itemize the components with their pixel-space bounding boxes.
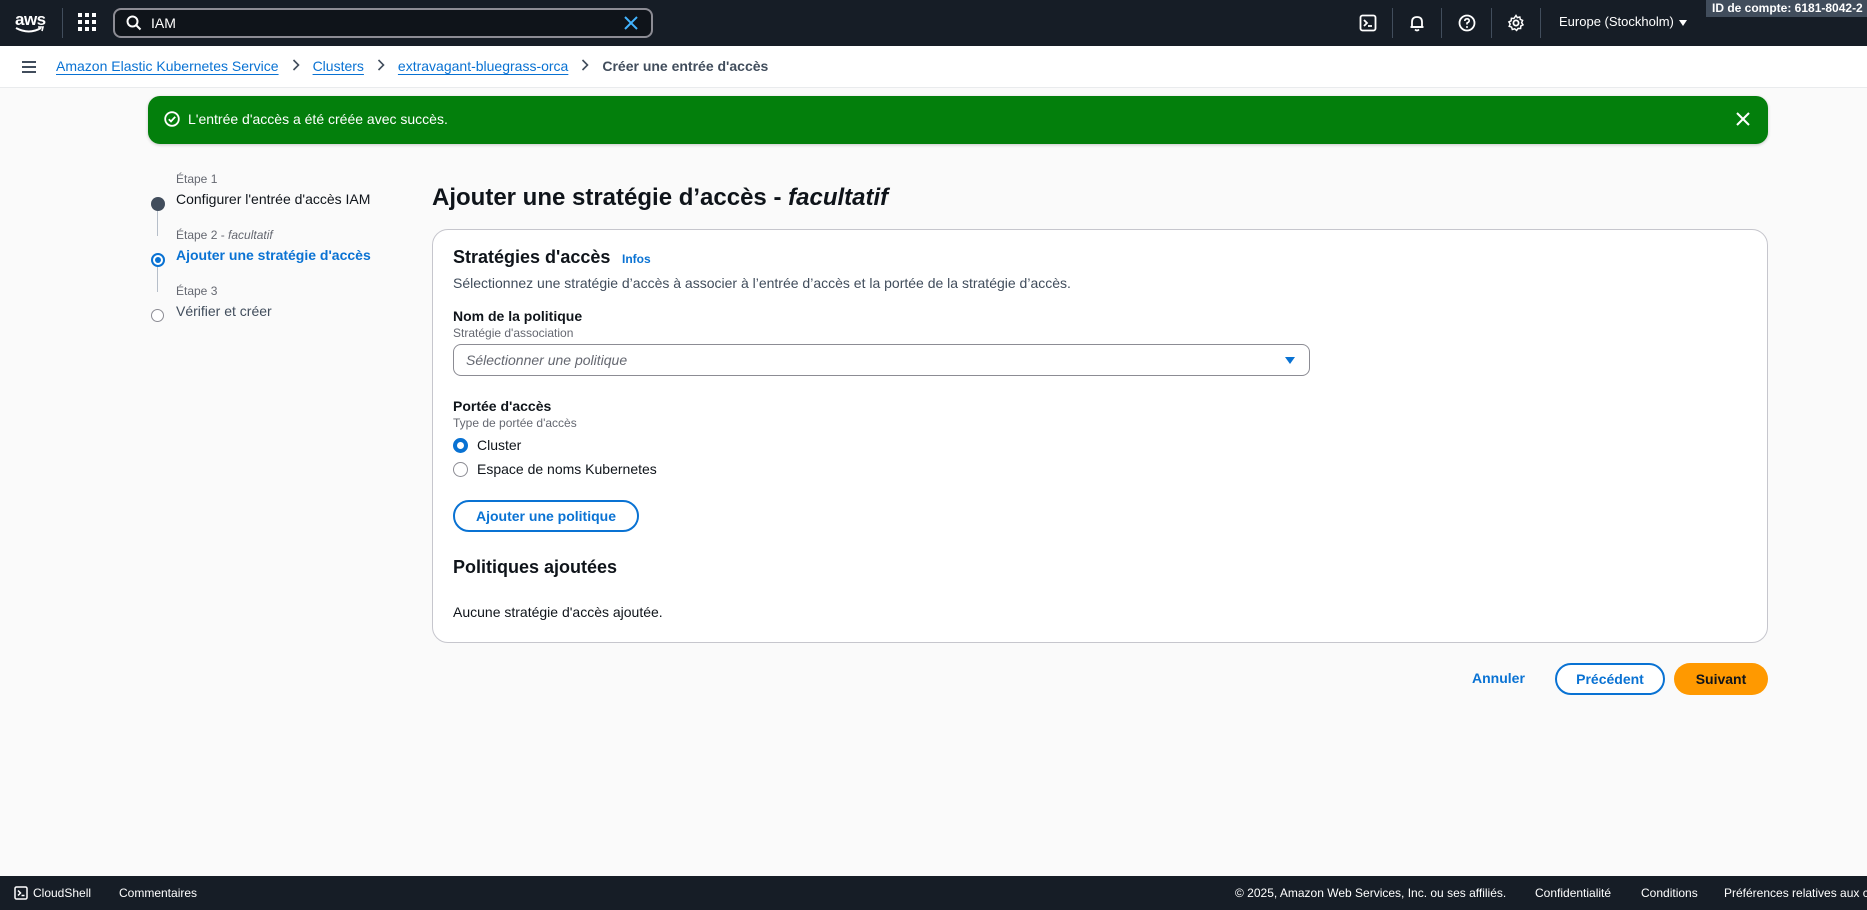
cancel-button[interactable]: Annuler [1472, 670, 1525, 686]
access-policies-panel: Stratégies d'accès Infos Sélectionnez un… [432, 229, 1768, 643]
step-title: Configurer l'entrée d'accès IAM [176, 191, 371, 207]
terms-link[interactable]: Conditions [1641, 886, 1698, 900]
settings-gear-icon[interactable] [1505, 12, 1527, 34]
success-check-icon [164, 111, 180, 127]
nav-divider [1441, 8, 1442, 38]
chevron-right-icon [581, 58, 589, 74]
nav-divider [1491, 8, 1492, 38]
step-title: Vérifier et créer [176, 303, 272, 319]
empty-policies-text: Aucune stratégie d'accès ajoutée. [453, 604, 663, 620]
panel-description: Sélectionnez une stratégie d’accès à ass… [453, 275, 1071, 291]
aws-logo[interactable]: aws [14, 8, 48, 36]
breadcrumb-item-cluster-name[interactable]: extravagant-bluegrass-orca [398, 58, 568, 74]
help-icon[interactable] [1456, 12, 1478, 34]
search-input[interactable]: IAM [151, 15, 176, 31]
next-button[interactable]: Suivant [1674, 663, 1768, 695]
radio-unselected-icon [453, 461, 468, 477]
breadcrumb-item-eks[interactable]: Amazon Elastic Kubernetes Service [56, 58, 279, 74]
previous-button[interactable]: Précédent [1555, 663, 1665, 695]
page-title-optional: facultatif [788, 184, 889, 211]
panel-heading: Stratégies d'accès [453, 247, 611, 267]
info-link[interactable]: Infos [622, 252, 651, 266]
page-title: Ajouter une stratégie d’accès - facultat… [432, 184, 889, 211]
step-title: Ajouter une stratégie d'accès [176, 247, 371, 263]
policy-select[interactable]: Sélectionner une politique [453, 344, 1310, 376]
search-icon [126, 15, 142, 31]
nav-divider [62, 8, 63, 38]
step-status-icon [151, 253, 165, 267]
step-status-icon [151, 309, 164, 322]
radio-selected-icon [453, 437, 468, 453]
policy-select-placeholder: Sélectionner une politique [466, 352, 628, 368]
cloudshell-footer-button[interactable]: CloudShell [14, 886, 91, 900]
breadcrumb-item-clusters[interactable]: Clusters [313, 58, 364, 74]
search-bar[interactable]: IAM [113, 8, 653, 38]
menu-hamburger-icon[interactable] [22, 61, 36, 73]
caret-down-icon [1285, 357, 1295, 364]
clear-search-icon[interactable] [623, 15, 639, 31]
breadcrumb-current: Créer une entrée d'accès [602, 58, 769, 74]
wizard-steps: Étape 1 Configurer l'entrée d'accès IAM … [148, 172, 408, 340]
radio-label: Cluster [477, 437, 522, 453]
wizard-step-3: Étape 3 Vérifier et créer [148, 284, 408, 340]
close-icon[interactable] [1736, 112, 1750, 126]
chevron-right-icon [292, 58, 300, 74]
step-label: Étape 2 - facultatif [176, 228, 273, 242]
caret-down-icon [1678, 19, 1687, 26]
step-label: Étape 3 [176, 284, 218, 298]
success-flash-banner: L'entrée d'accès a été créée avec succès… [148, 96, 1768, 144]
notifications-bell-icon[interactable] [1406, 12, 1428, 34]
step-label: Étape 1 [176, 172, 218, 186]
nav-divider [1392, 8, 1393, 38]
account-id-badge[interactable]: ID de compte: 6181-8042-2 [1706, 0, 1867, 17]
console-footer: CloudShell Commentaires © 2025, Amazon W… [0, 876, 1867, 910]
wizard-step-1[interactable]: Étape 1 Configurer l'entrée d'accès IAM [148, 172, 408, 228]
chevron-right-icon [377, 58, 385, 74]
cookie-preferences-link[interactable]: Préférences relatives aux c [1724, 886, 1867, 900]
breadcrumb-bar: Amazon Elastic Kubernetes Service Cluste… [0, 46, 1867, 88]
scope-radio-namespace[interactable]: Espace de noms Kubernetes [453, 461, 657, 477]
added-policies-heading: Politiques ajoutées [453, 557, 618, 577]
region-label: Europe (Stockholm) [1559, 14, 1674, 29]
add-policy-button[interactable]: Ajouter une politique [453, 500, 639, 532]
privacy-link[interactable]: Confidentialité [1535, 886, 1611, 900]
services-grid-icon[interactable] [78, 13, 96, 31]
cloudshell-icon [14, 886, 28, 900]
copyright-text: © 2025, Amazon Web Services, Inc. ou ses… [1235, 886, 1507, 900]
top-navigation: aws IAM Europe (Stockholm) ID de compte:… [0, 0, 1867, 46]
cloudshell-icon[interactable] [1357, 12, 1379, 34]
scope-radio-cluster[interactable]: Cluster [453, 437, 521, 453]
region-selector[interactable]: Europe (Stockholm) [1559, 14, 1687, 29]
policy-name-label: Nom de la politique [453, 308, 583, 324]
flash-message: L'entrée d'accès a été créée avec succès… [188, 111, 448, 127]
access-scope-description: Type de portée d'accès [453, 416, 577, 430]
access-scope-label: Portée d'accès [453, 398, 552, 414]
feedback-link[interactable]: Commentaires [119, 886, 197, 900]
step-status-icon [151, 197, 165, 211]
nav-divider [1540, 8, 1541, 38]
breadcrumb: Amazon Elastic Kubernetes Service Cluste… [56, 58, 768, 74]
policy-name-description: Stratégie d'association [453, 326, 574, 340]
step-optional-label: facultatif [228, 228, 273, 242]
wizard-step-2: Étape 2 - facultatif Ajouter une stratég… [148, 228, 408, 284]
aws-smile-icon [15, 26, 45, 33]
cloudshell-label: CloudShell [33, 886, 92, 900]
radio-label: Espace de noms Kubernetes [477, 461, 657, 477]
